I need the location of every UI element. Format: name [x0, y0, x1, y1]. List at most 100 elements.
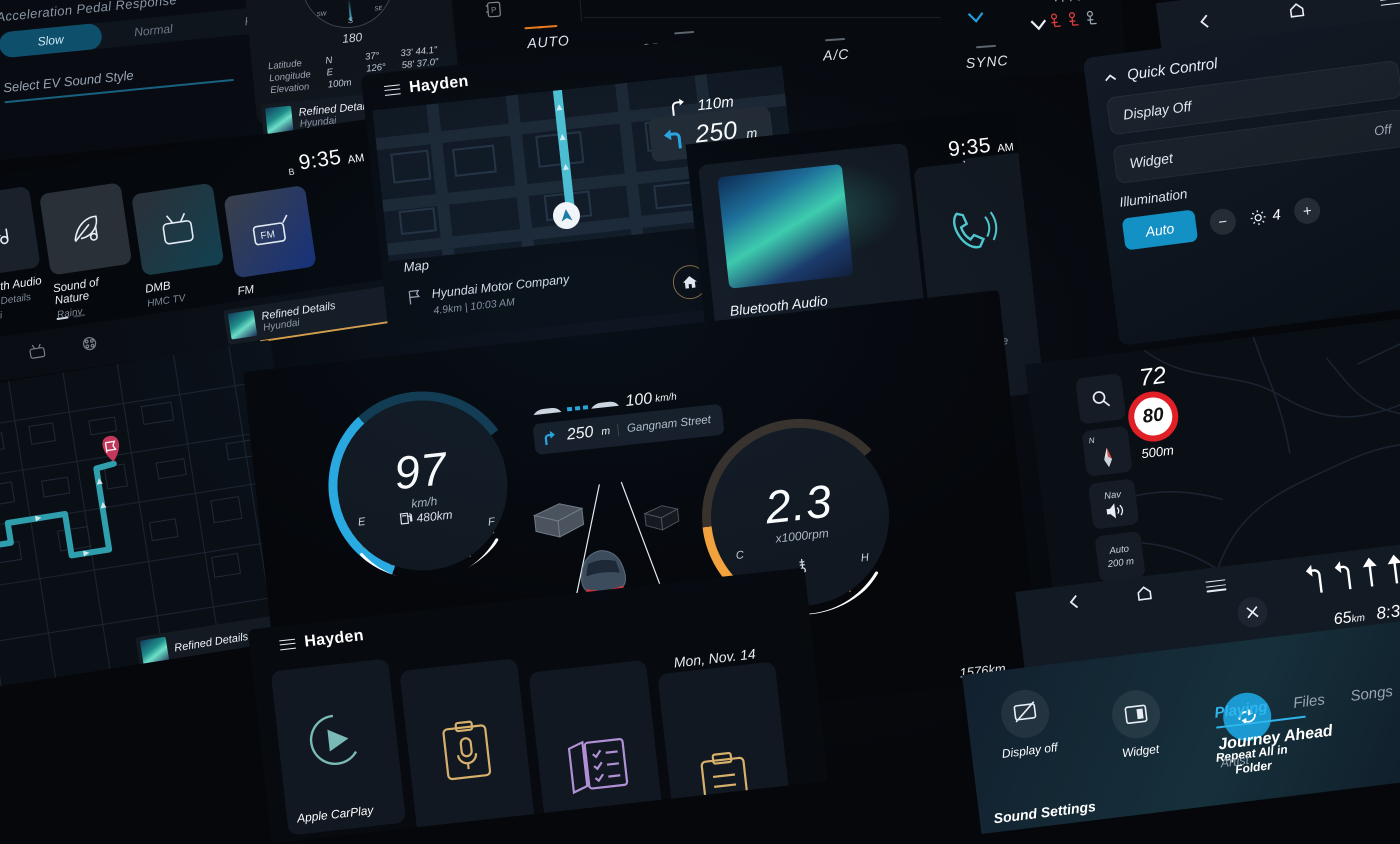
fm-radio-icon: FM	[223, 185, 316, 278]
brightness-value-display: 4	[1248, 206, 1281, 227]
close-button[interactable]	[1236, 596, 1269, 629]
close-icon	[1245, 604, 1261, 620]
turn-distance-unit: m	[601, 425, 611, 438]
album-art	[140, 637, 170, 667]
chevron-up-icon	[1103, 72, 1118, 84]
fuel-pump-icon	[399, 511, 414, 526]
clock-ampm: AM	[347, 152, 365, 166]
destination-flag-icon	[406, 288, 424, 306]
note-icon	[692, 749, 756, 811]
cruise-speed: 100	[625, 390, 653, 411]
tv-icon[interactable]	[26, 341, 49, 367]
fuel-full-label: F	[487, 516, 495, 529]
app-tile-checklist[interactable]	[528, 660, 664, 837]
widget-icon	[1109, 688, 1162, 741]
remaining-distance-unit: km	[1351, 613, 1366, 626]
lane-turn-left-icon	[1302, 560, 1328, 596]
nav-volume-button[interactable]: Nav	[1088, 478, 1139, 529]
video-icon[interactable]	[79, 333, 100, 358]
brightness-decrease-button[interactable]: −	[1208, 207, 1237, 236]
turn-right-icon	[541, 428, 560, 447]
back-icon[interactable]	[1064, 592, 1085, 617]
svg-text:P: P	[491, 5, 497, 14]
lane-straight-icon	[1384, 551, 1400, 587]
bluetooth-audio-icon	[0, 186, 41, 279]
media-tile-dmb[interactable]: DMB HMC TV	[131, 183, 229, 310]
menu-icon[interactable]	[384, 84, 401, 97]
climate-button-label: A/C	[761, 42, 912, 68]
compass-se-label: SE	[374, 6, 383, 13]
quick-control-title: Quick Control	[1126, 55, 1218, 84]
voice-memo-icon	[435, 717, 498, 785]
home-icon[interactable]	[1286, 0, 1309, 25]
nav-volume-label: Nav	[1103, 489, 1121, 502]
climate-sync-button[interactable]: SYNC	[911, 40, 1062, 75]
autoscale-mode: Auto	[1109, 544, 1130, 557]
speedometer-gauge: 97 km/h E F 480km	[319, 382, 526, 589]
tv-icon	[131, 183, 224, 276]
checklist-icon	[564, 732, 632, 799]
brightness-increase-button[interactable]: +	[1293, 196, 1322, 225]
front-defroster-icon[interactable]	[1049, 0, 1091, 11]
widget-action[interactable]: Widget	[1093, 686, 1184, 794]
menu-icon[interactable]	[1205, 579, 1226, 594]
destination-distance: 4.9km	[433, 302, 463, 317]
search-icon	[1090, 388, 1112, 410]
pedal-mode-slow[interactable]: Slow	[0, 23, 103, 59]
app-tile-note[interactable]	[657, 661, 793, 838]
widget-label: Widget	[1129, 150, 1174, 171]
app-tile-carplay[interactable]: Apple CarPlay	[271, 658, 407, 835]
turn-street: Gangnam Street	[617, 414, 711, 436]
chevron-down-icon-blue[interactable]	[964, 5, 988, 29]
quick-control-panel: Quick Control Display Off Widget Off Ill…	[1083, 16, 1400, 346]
compass-sw-label: SW	[316, 11, 326, 18]
map-search-button[interactable]	[1075, 373, 1126, 424]
illumination-auto-button[interactable]: Auto	[1122, 209, 1198, 250]
album-cover	[717, 164, 853, 289]
home-icon	[681, 273, 699, 291]
arrival-time-value: 8:30	[1375, 600, 1400, 623]
autoscale-value: 200 m	[1107, 556, 1135, 570]
app-label: Apple CarPlay	[296, 803, 374, 825]
carplay-icon	[301, 706, 370, 775]
remaining-distance-value: 65	[1333, 609, 1353, 628]
lane-turn-left-icon	[1331, 557, 1357, 593]
map-label: Map	[403, 257, 430, 275]
display-off-action[interactable]: Display off	[983, 685, 1076, 807]
phone-icon	[940, 199, 1004, 263]
speed-limit-widget: 80 500m	[1125, 389, 1183, 463]
cruise-speed-unit: km/h	[655, 391, 678, 404]
display-off-icon	[998, 687, 1051, 740]
lane-straight-icon	[1359, 554, 1381, 590]
speed-limit-sign: 80	[1125, 389, 1181, 445]
compass-s-label: S	[347, 16, 353, 25]
indicator-dash	[976, 45, 996, 49]
parking-icon[interactable]: P	[482, 0, 506, 25]
tab-files[interactable]: Files	[1292, 691, 1326, 712]
climate-button-label: SYNC	[912, 49, 1063, 75]
home-icon[interactable]	[1133, 583, 1156, 608]
menu-icon[interactable]	[279, 638, 296, 651]
current-speed-readout: 72	[1138, 362, 1168, 393]
menu-icon[interactable]	[1380, 0, 1400, 8]
tab-songs[interactable]: Songs	[1349, 683, 1393, 705]
back-icon[interactable]	[1194, 11, 1215, 36]
app-tile-list: Apple CarPlay	[271, 616, 793, 844]
map-autoscale-button[interactable]: Auto 200 m	[1094, 531, 1145, 582]
arrival-time: 8:30AM	[1375, 598, 1400, 624]
turn-distance: 250	[566, 424, 594, 445]
pedal-mode-normal[interactable]: Normal	[101, 12, 206, 48]
volume-icon	[1104, 501, 1126, 519]
map-compass-button[interactable]: N	[1082, 426, 1133, 477]
brightness-icon	[1248, 208, 1267, 227]
svg-text:FM: FM	[260, 229, 276, 242]
divider	[574, 0, 582, 21]
widget-value: Off	[1373, 121, 1392, 138]
turn-left-icon	[659, 123, 688, 152]
bluetooth-icon: B	[288, 167, 295, 178]
action-label: Widget	[1100, 740, 1181, 763]
media-tile-nature[interactable]: Sound of Nature Rainy	[39, 182, 139, 321]
brightness-level: 4	[1271, 206, 1281, 224]
app-tile-voice-memo[interactable]	[399, 658, 535, 835]
driver-name: Hayden	[408, 73, 469, 97]
